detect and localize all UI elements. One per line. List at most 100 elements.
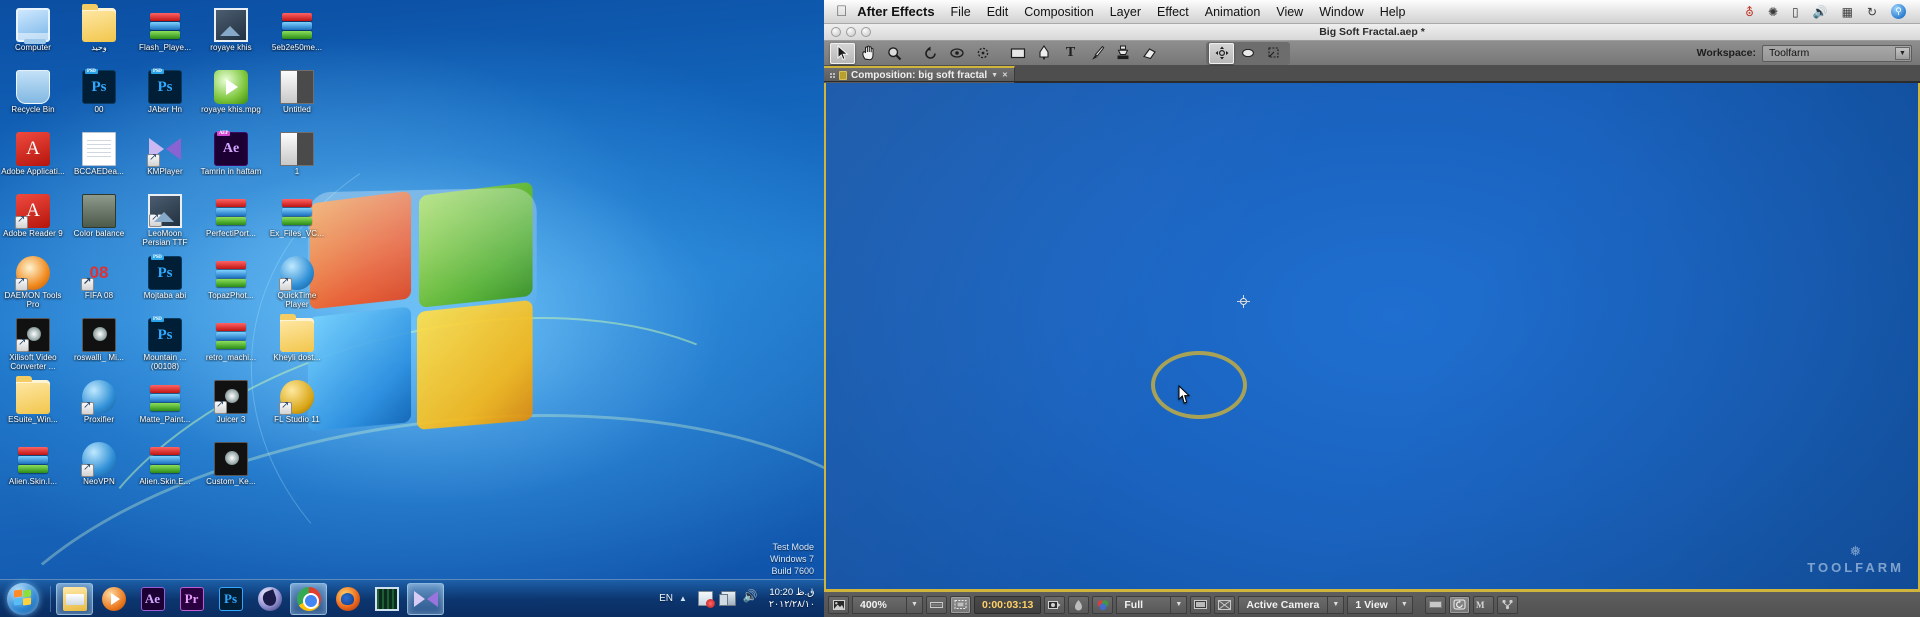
camera-tool[interactable] bbox=[944, 43, 969, 64]
pan-behind-tool[interactable] bbox=[970, 43, 995, 64]
desktop-icon[interactable]: Custom_Ke... bbox=[198, 440, 264, 502]
pixel-aspect-correction-icon[interactable] bbox=[1424, 595, 1446, 614]
desktop-icon[interactable]: Adobe Applicati... bbox=[0, 130, 66, 192]
desktop-icon[interactable]: ESuite_Win... bbox=[0, 376, 66, 440]
toggle-mask-paths-icon[interactable] bbox=[1214, 595, 1236, 614]
close-icon[interactable]: ✕ bbox=[1002, 71, 1008, 79]
apple-logo-icon[interactable]:  bbox=[836, 4, 847, 19]
chevron-down-icon[interactable]: ▼ bbox=[1170, 595, 1188, 614]
desktop-icon[interactable]: Xilisoft Video Converter ... bbox=[0, 316, 66, 378]
menu-item-composition[interactable]: Composition bbox=[1024, 5, 1093, 19]
ae-tool-bar[interactable]: T Workspace: Toolfarm ▼ bbox=[824, 41, 1920, 66]
desktop-icon[interactable]: Proxifier bbox=[66, 378, 132, 440]
desktop-icon[interactable]: BCCAEDea... bbox=[66, 130, 132, 192]
desktop-icon[interactable]: 5eb2e50me... bbox=[264, 6, 330, 68]
desktop-icon[interactable]: 1 bbox=[264, 130, 330, 192]
taskbar-button-google-chrome[interactable] bbox=[290, 582, 327, 615]
windows-desktop[interactable]: Computer وحید Flash_Playe... royaye khis 5eb… bbox=[0, 0, 824, 617]
after-effects-window[interactable]:  After Effects File Edit Composition La… bbox=[824, 0, 1920, 617]
lock-icon[interactable] bbox=[839, 70, 847, 80]
menu-item-animation[interactable]: Animation bbox=[1205, 5, 1261, 19]
view-layout-control[interactable]: 1 View ▼ bbox=[1347, 595, 1413, 614]
resolution-control[interactable]: Full ▼ bbox=[1116, 595, 1188, 614]
spotlight-icon[interactable]: ⚲ bbox=[1891, 4, 1906, 19]
composition-viewer[interactable]: ❅ TOOLFARM bbox=[824, 83, 1920, 591]
desktop-icon[interactable]: Matte_Paint... bbox=[132, 378, 198, 440]
desktop-icon[interactable]: Juicer 3 bbox=[198, 378, 264, 440]
composition-tab-strip[interactable]: Composition: big soft fractal ▼ ✕ bbox=[824, 65, 1920, 83]
chevron-down-icon[interactable]: ▼ bbox=[1395, 595, 1413, 614]
taskbar-button-windows-explorer[interactable] bbox=[56, 582, 93, 615]
menu-item-effect[interactable]: Effect bbox=[1157, 5, 1189, 19]
desktop-icon[interactable]: QuickTime Player bbox=[264, 254, 330, 316]
magnification-control[interactable]: 400% ▼ bbox=[852, 595, 923, 614]
desktop-icon[interactable]: Ps PSD JAber Hn bbox=[132, 68, 198, 130]
anchor-point-icon[interactable] bbox=[1237, 295, 1250, 308]
desktop-icon[interactable]: وحید bbox=[66, 4, 132, 68]
desktop-icon[interactable]: Alien.Skin.E... bbox=[132, 440, 198, 502]
taskbar-button-firefox[interactable] bbox=[329, 583, 366, 615]
take-snapshot-icon[interactable] bbox=[1044, 595, 1066, 614]
show-hidden-icons-arrow[interactable]: ▲ bbox=[679, 594, 687, 603]
desktop-icon[interactable]: Ps PSD Mojtaba abi bbox=[132, 254, 198, 316]
desktop-icon[interactable]: TopazPhot... bbox=[198, 254, 264, 316]
desktop-icon[interactable]: DAEMON Tools Pro bbox=[0, 254, 66, 316]
desktop-icon[interactable]: royaye khis.mpg bbox=[198, 68, 264, 130]
start-button[interactable] bbox=[2, 582, 46, 616]
desktop-icon[interactable]: Untitled bbox=[264, 68, 330, 130]
desktop-icon[interactable]: KMPlayer bbox=[132, 130, 198, 192]
taskbar-button-windows-media-player[interactable] bbox=[95, 583, 132, 615]
rotation-tool[interactable] bbox=[918, 43, 943, 64]
selection-tool[interactable] bbox=[830, 42, 855, 64]
puppet-tool-group[interactable] bbox=[1206, 41, 1290, 65]
taskbar-button-after-effects[interactable]: Ae bbox=[134, 583, 171, 615]
toggle-transparency-grid-icon[interactable] bbox=[1190, 595, 1212, 614]
network-icon[interactable] bbox=[718, 591, 736, 606]
show-channel-icon[interactable] bbox=[1092, 595, 1114, 614]
desktop-icon[interactable]: Ps PSD Mountain ... (00108) bbox=[132, 316, 198, 378]
clone-stamp-tool[interactable] bbox=[1110, 43, 1135, 64]
type-tool[interactable]: T bbox=[1058, 43, 1083, 64]
sync-icon[interactable]: ↻ bbox=[1867, 6, 1877, 18]
brush-tool[interactable] bbox=[1084, 43, 1109, 64]
desktop-icon[interactable]: Adobe Reader 9 bbox=[0, 192, 66, 254]
menu-item-help[interactable]: Help bbox=[1380, 5, 1406, 19]
menu-item-file[interactable]: File bbox=[951, 5, 971, 19]
puppet-starch-tool[interactable] bbox=[1261, 43, 1286, 64]
workspace-selector[interactable]: Workspace: Toolfarm ▼ bbox=[1697, 44, 1920, 62]
mac-menu-bar[interactable]:  After Effects File Edit Composition La… bbox=[824, 0, 1920, 24]
always-preview-icon[interactable] bbox=[828, 595, 849, 614]
chevron-down-icon[interactable]: ▼ bbox=[991, 72, 998, 79]
taskbar-button-cinema-4d[interactable] bbox=[251, 583, 288, 615]
show-snapshot-icon[interactable] bbox=[1068, 595, 1090, 614]
menu-item-view[interactable]: View bbox=[1276, 5, 1303, 19]
desktop-icon[interactable]: royaye khis bbox=[198, 6, 264, 68]
chevron-down-icon[interactable]: ▼ bbox=[1895, 46, 1910, 60]
panel-menu-icon[interactable] bbox=[830, 72, 835, 78]
language-indicator[interactable]: EN bbox=[659, 593, 673, 604]
pen-tool[interactable] bbox=[1032, 43, 1057, 64]
system-tray[interactable]: EN ▲ 10:20 ق.ظ ۲۰۱۲/۲۸/۱۰ bbox=[659, 580, 824, 617]
taskbar-clock[interactable]: 10:20 ق.ظ ۲۰۱۲/۲۸/۱۰ bbox=[763, 587, 820, 611]
workspace-dropdown[interactable]: Toolfarm ▼ bbox=[1762, 44, 1912, 62]
desktop-icon[interactable]: roswalli_ Mi... bbox=[66, 316, 132, 378]
menu-item-window[interactable]: Window bbox=[1319, 5, 1363, 19]
viewer-bottom-bar[interactable]: 400% ▼ 0:00:03:13 Full ▼ Active Camera ▼… bbox=[824, 591, 1920, 617]
desktop-icon[interactable]: Ae AEP Tamrin in haftam bbox=[198, 130, 264, 192]
desktop-icon[interactable]: PerfectiPort... bbox=[198, 192, 264, 254]
desktop-icon[interactable]: Kheyli dost... bbox=[264, 314, 330, 378]
puppet-overlap-tool[interactable] bbox=[1235, 43, 1260, 64]
eraser-tool[interactable] bbox=[1136, 43, 1161, 64]
ellipse-mask-shape[interactable] bbox=[1151, 351, 1247, 419]
chevron-down-icon[interactable]: ▼ bbox=[906, 595, 923, 614]
desktop-icon[interactable]: FL Studio 11 bbox=[264, 378, 330, 440]
windows-taskbar[interactable]: Ae Pr Ps EN ▲ 10:20 ق.ظ ۲۰۱۲/۲۸/۱۰ bbox=[0, 579, 824, 617]
shield-icon[interactable]: ⛢ bbox=[1745, 6, 1754, 18]
desktop-icon[interactable]: Computer bbox=[0, 6, 66, 68]
desktop-icon[interactable]: LeoMoon Persian TTF bbox=[132, 192, 198, 254]
chevron-down-icon[interactable]: ▼ bbox=[1327, 595, 1345, 614]
taskbar-button-kmplayer[interactable] bbox=[407, 582, 444, 615]
choose-grid-guides-icon[interactable] bbox=[926, 595, 947, 614]
shape-tool[interactable] bbox=[1006, 43, 1031, 64]
menu-app-name[interactable]: After Effects bbox=[857, 4, 934, 19]
